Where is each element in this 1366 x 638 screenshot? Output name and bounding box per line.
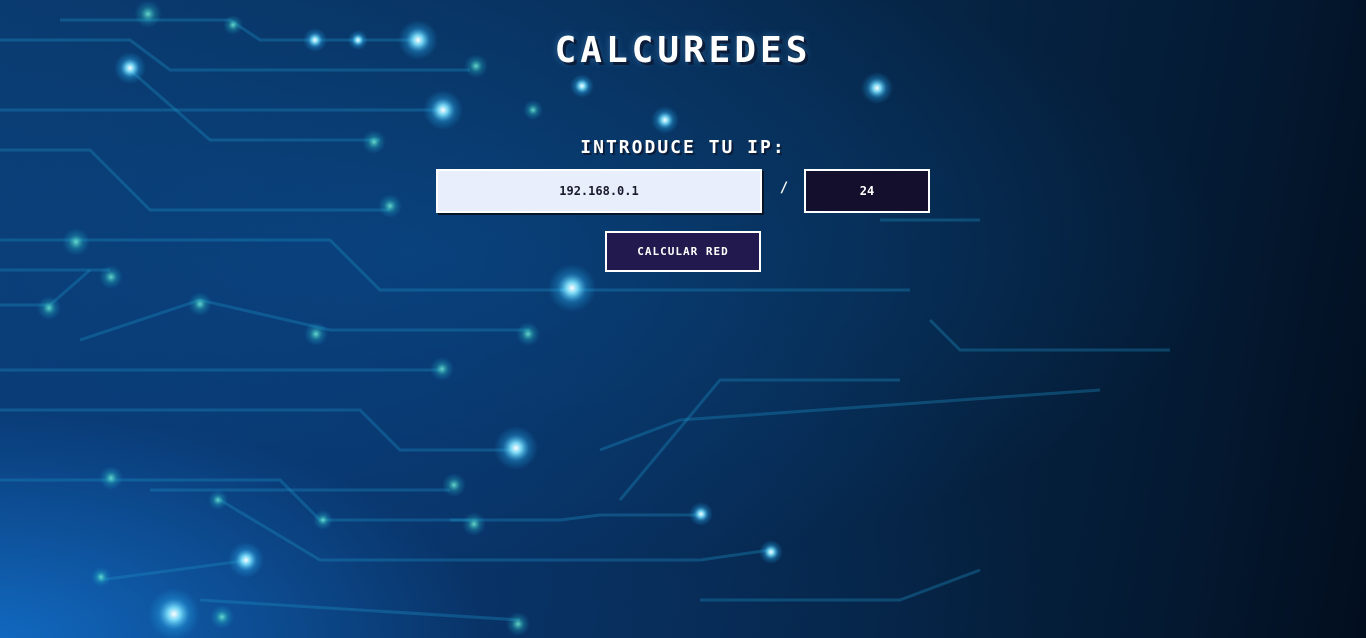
calculate-network-button[interactable]: CALCULAR RED: [605, 231, 761, 272]
cidr-separator: /: [779, 180, 789, 196]
ip-label: INTRODUCE TU IP:: [580, 137, 786, 158]
page-title: CALCUREDES: [554, 30, 812, 71]
subnet-mask-input[interactable]: [804, 169, 930, 213]
main-container: CALCUREDES INTRODUCE TU IP: / CALCULAR R…: [0, 0, 1366, 638]
ip-address-input[interactable]: [436, 169, 762, 213]
